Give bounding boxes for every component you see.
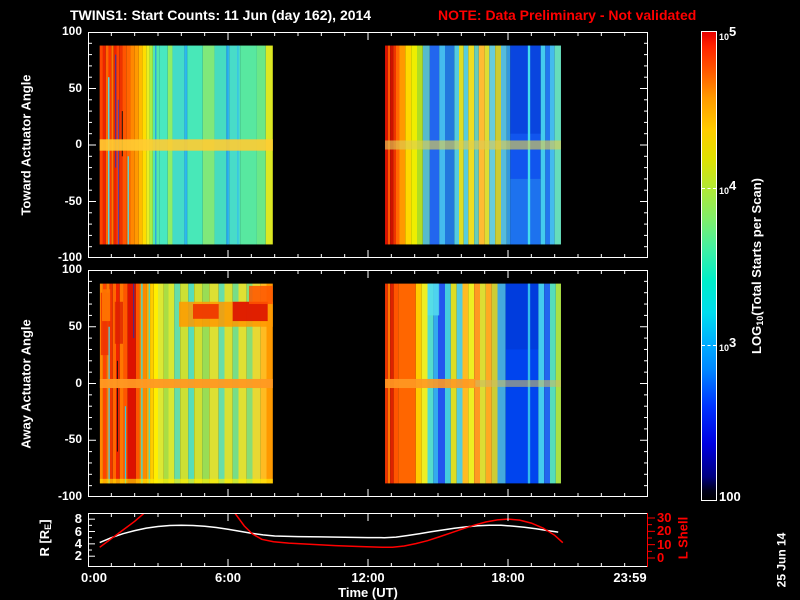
y-tick-label: 0 [75, 137, 82, 151]
l-shell-axis-ticks [647, 513, 655, 567]
colorbar-mid1-base: 10 [719, 185, 730, 196]
plot-title: TWINS1: Start Counts: 11 Jun (day 162), … [70, 7, 372, 23]
y-tick-label: -50 [64, 432, 82, 447]
r-curve [99, 524, 559, 544]
colorbar [701, 31, 717, 501]
panel-away-actuator [88, 270, 648, 497]
away-heatmap [88, 270, 648, 497]
y-tick-label: 50 [68, 80, 82, 95]
x-tick-label: 6:00 [214, 570, 242, 585]
actuator-angle-axis-label: Toward Actuator Angle [18, 74, 34, 216]
y-tick-label: 100 [61, 262, 82, 276]
time-axis-label: Time (UT) [338, 585, 398, 600]
colorbar-mid1-exp: 4 [729, 177, 737, 193]
colorbar-top-base: 10 [719, 32, 730, 42]
colorbar-top-exp: 5 [729, 24, 737, 39]
r-axis-ticks [88, 518, 95, 557]
orbit-line-chart [88, 513, 655, 567]
l-shell-tick-label: 0 [657, 550, 665, 565]
r-axis-label: R [RE] [37, 519, 53, 557]
y-tick-label: 100 [61, 24, 82, 38]
y-tick-label: -50 [64, 193, 82, 208]
heatmap-data [99, 283, 561, 484]
x-tick-label: 0:00 [80, 570, 108, 585]
l-shell-curve [234, 513, 564, 549]
y-tick-label: 0 [75, 375, 82, 390]
x-tick-label: 12:00 [351, 570, 385, 585]
preliminary-note: NOTE: Data Preliminary - Not validated [438, 7, 697, 23]
colorbar-mid2-exp: 3 [729, 335, 737, 351]
y-tick-label: 50 [68, 318, 82, 333]
toward-heatmap [88, 32, 648, 258]
colorbar-tick [702, 187, 716, 189]
colorbar-bottom-label: 100 [719, 489, 741, 504]
plot-screen: TWINS1: Start Counts: 11 Jun (day 162), … [0, 0, 800, 600]
l-shell-axis-label: L Shell [675, 516, 691, 560]
panel-frame [88, 513, 648, 567]
panel-toward-actuator [88, 32, 648, 258]
colorbar-mid2-base: 10 [719, 343, 730, 354]
y-tick-label: -100 [57, 489, 82, 503]
colorbar-top-label: 105 [719, 24, 736, 45]
colorbar-tick [702, 345, 716, 347]
r-tick-label: 2 [74, 548, 82, 564]
colorbar-mid-label-1: 104 [719, 178, 736, 199]
date-stamp: 25 Jun 14 [774, 532, 789, 588]
colorbar-mid-label-2: 103 [719, 335, 736, 356]
actuator-angle-axis-label: Away Actuator Angle [18, 318, 34, 449]
x-tick-label: 23:59 [613, 570, 647, 585]
heatmap-data [99, 45, 561, 245]
orbit-curves [99, 513, 564, 549]
panel-orbit-line [88, 513, 668, 567]
colorbar-axis-label: LOG10(Total Starts per Scan) [749, 178, 765, 354]
x-tick-label: 18:00 [491, 570, 525, 585]
x-axis-ticks [88, 513, 648, 567]
